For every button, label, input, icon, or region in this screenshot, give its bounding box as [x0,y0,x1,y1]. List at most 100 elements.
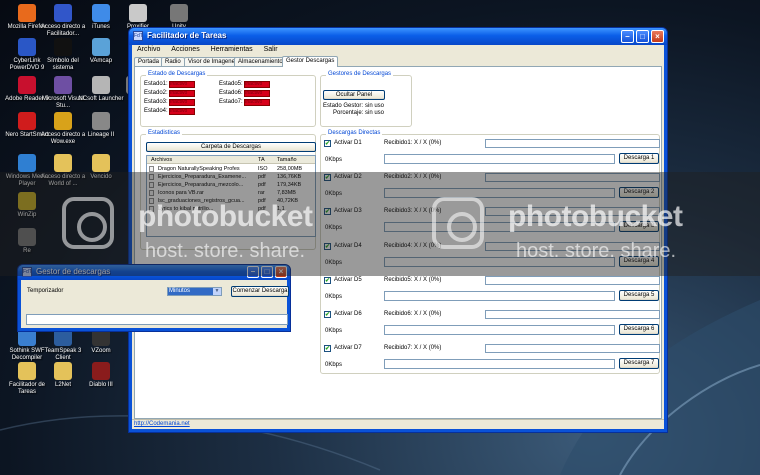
menu-bar: Archivo Acciones Herramientas Salir [132,45,664,56]
url-input[interactable] [384,290,615,301]
menu-herramientas[interactable]: Herramientas [206,45,257,53]
watermark-tagline: host. store. share. [516,240,677,262]
temporizador-select[interactable]: Minutos ▼ [167,287,222,296]
comenzar-descarga-button[interactable]: Comenzar Descarga [231,286,289,297]
main-window-title: Facilitador de Tareas [147,31,227,40]
recibido-label: Recibido7: X / X (0%) [384,345,442,352]
temporizador-select-value: Minutos [169,288,191,294]
media-player-icon [18,154,36,172]
status-bar: http://Codemania.net [132,419,664,429]
menu-salir[interactable]: Salir [259,45,282,53]
desktop-icon[interactable]: Lineage II [76,112,126,139]
col-ta[interactable]: TA [258,156,265,164]
descarga-button[interactable]: Descarga 5 [619,289,659,301]
codemania-link[interactable]: http://Codemania.net [134,421,190,427]
menu-acciones[interactable]: Acciones [166,45,203,53]
estado-label: Estado6: [219,90,243,96]
diablo-icon [92,362,110,380]
activar-checkbox[interactable]: ✔ [324,140,331,147]
url-input[interactable] [384,325,615,335]
tab-almacenamiento[interactable]: Almacenamiento [234,57,287,66]
minimize-button[interactable]: – [621,30,634,43]
estado-label: Estado7: [219,99,243,105]
watermark-brand: photobucket [138,200,313,233]
activar-checkbox[interactable]: ✔ [324,311,331,318]
download-url-input[interactable] [26,314,288,325]
itunes-icon [92,4,110,22]
menu-archivo[interactable]: Archivo [132,45,164,53]
desktop-icon-label: VAmcap [89,58,113,64]
app-icon: FdT [133,31,143,41]
ocultar-panel-button[interactable]: Ocultar Panel [323,90,385,100]
url-input[interactable] [384,154,615,164]
activar-label: Activar D5 [334,276,362,283]
desktop-icon[interactable]: VAmcap [76,38,126,65]
watermark-tagline: host. store. share. [145,240,306,262]
speed-label: 0Kbps [325,328,343,334]
folder-icon [54,154,72,172]
porcentaje-value: sin uso [365,110,385,116]
shortcut-app-icon [54,4,72,22]
estado-gestor-value: sin uso [365,103,385,109]
activar-checkbox[interactable]: ✔ [324,345,331,353]
recibido-label: Recibido1: X / X (0%) [384,140,442,146]
url-input[interactable] [384,359,615,370]
ncsoft-icon [92,76,110,94]
files-list-header: Archivos TA Tamaño [147,156,315,164]
gestor-group: Gestores de Descargas Ocultar Panel Esta… [320,71,412,127]
close-button[interactable]: × [651,30,664,43]
estado-indicator: Inactivo [169,90,195,97]
estado-indicator: Inactivo [244,81,270,88]
estado-indicator: Inactivo [169,99,195,106]
tab-strip: Portada Radio Visor de Imagenes Almacena… [134,56,662,67]
descarga-button[interactable]: Descarga 7 [619,358,659,370]
adobe-reader-icon [18,76,36,94]
activar-label: Activar D7 [334,345,362,352]
progress-field [485,139,660,148]
folder-icon [18,362,36,380]
gestor-group-title: Gestores de Descargas [326,71,394,77]
estado-gestor-label: Estado Gestor: [323,103,364,109]
descarga-button[interactable]: Descarga 1 [619,153,659,164]
col-archivos[interactable]: Archivos [151,156,172,164]
descarga-button[interactable]: Descarga 6 [619,324,659,335]
activar-label: Activar D1 [334,140,362,146]
nero-icon [18,112,36,130]
speed-label: 0Kbps [325,362,343,369]
lineage-icon [92,112,110,130]
folder-icon [54,362,72,380]
tab-radio[interactable]: Radio [161,57,185,66]
estado-indicator: Inactivo [244,90,270,97]
maximize-button[interactable]: □ [636,30,649,43]
main-titlebar[interactable]: FdT Facilitador de Tareas – □ × [129,28,667,45]
descargas-directas-title: Descargas Directas [326,130,383,136]
camera-icon [432,197,484,249]
carpeta-descargas-button[interactable]: Carpeta de Descargas [146,142,316,152]
temporizador-label: Temporizador [27,288,64,294]
vamcap-icon [92,38,110,56]
col-tamano[interactable]: Tamaño [277,156,297,164]
wow-icon [54,112,72,130]
estado-label: Estado3: [144,99,168,105]
progress-field [485,310,660,319]
cmd-icon [54,38,72,56]
proxifier-icon [129,4,147,22]
estado-indicator: Inactivo [169,81,195,88]
estado-label: Estado1: [144,81,168,87]
tab-portada[interactable]: Portada [134,57,164,66]
chevron-down-icon[interactable]: ▼ [213,288,221,295]
folder-icon [92,154,110,172]
estado-indicator: Inactivo [169,108,195,115]
estado-indicator: Inactivo [244,99,270,106]
recibido-label: Recibido5: X / X (0%) [384,276,442,283]
desktop-icon-label: Lineage II [87,132,115,138]
estado-label: Estado5: [219,81,243,87]
speed-label: 0Kbps [325,157,343,163]
activar-label: Activar D6 [334,311,362,317]
estadisticas-group-title: Estadisticas [146,130,183,136]
progress-field [485,275,660,285]
watermark-brand: photobucket [508,200,683,233]
tab-gestor-descargas[interactable]: Gestor Descargas [282,56,339,67]
unity-icon [170,4,188,22]
activar-checkbox[interactable]: ✔ [324,276,331,284]
